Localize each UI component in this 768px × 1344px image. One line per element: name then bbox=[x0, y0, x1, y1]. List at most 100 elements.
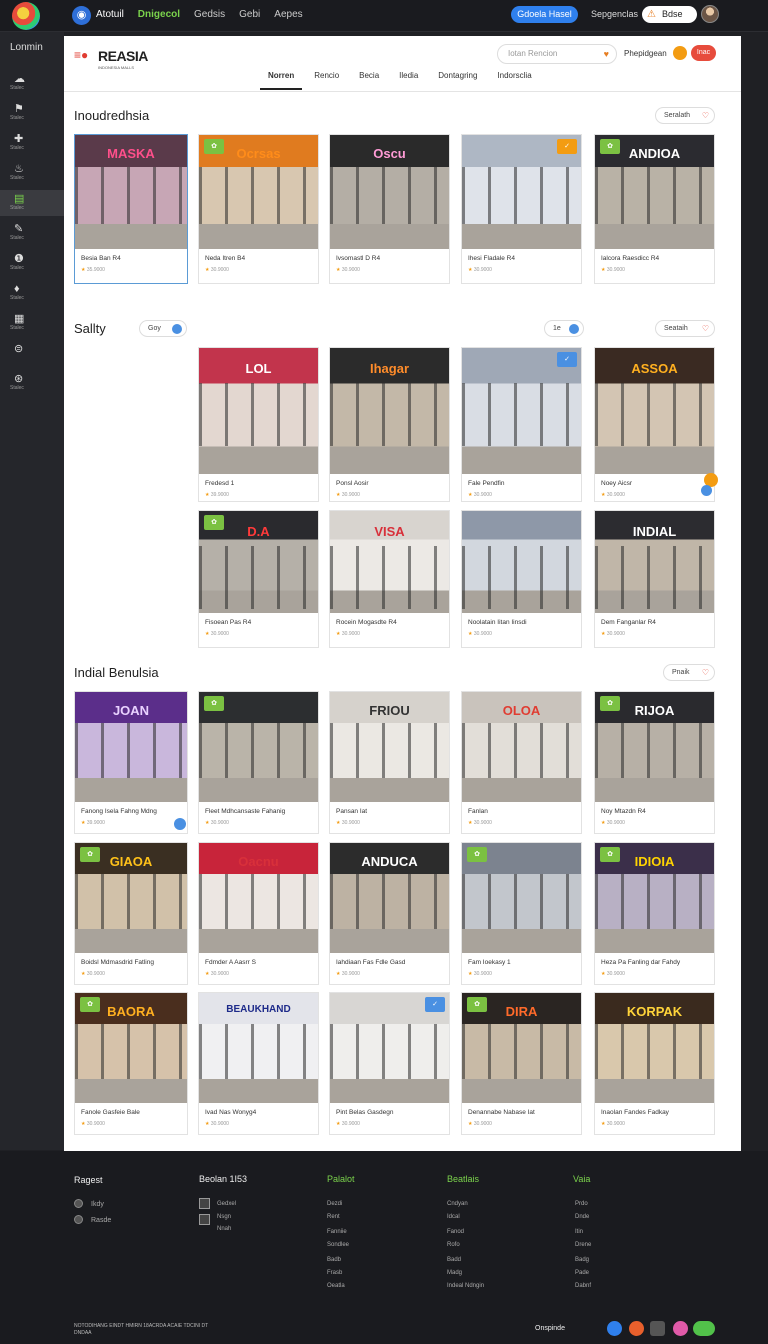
product-card[interactable]: ANDUCA Iahdiaan Fas Fdle Gasd ★ 30.9000 bbox=[329, 842, 450, 985]
footer-link[interactable]: Idcal bbox=[447, 1214, 460, 1220]
footer-link[interactable]: Fanniie bbox=[327, 1229, 347, 1235]
sidebar-item[interactable]: ⚑ Stalec bbox=[0, 100, 64, 126]
product-card[interactable]: JOAN Fanong Isela Fahng Mdng ★ 39.9000 bbox=[74, 691, 188, 834]
sidebar-item[interactable]: ▦ Stalec bbox=[0, 310, 64, 336]
footer-link[interactable]: Fanod bbox=[447, 1229, 464, 1235]
favorite-badge-icon[interactable]: ✓ bbox=[425, 997, 445, 1012]
footer-item[interactable]: Rasde bbox=[91, 1217, 111, 1224]
top-nav-item[interactable]: Atotuil bbox=[96, 9, 124, 20]
footer-link[interactable]: Dabnf bbox=[575, 1283, 591, 1289]
radio-button[interactable] bbox=[74, 1215, 83, 1224]
footer-link[interactable]: Itin bbox=[575, 1229, 583, 1235]
top-nav-item[interactable]: Aepes bbox=[274, 9, 302, 20]
favorite-badge-icon[interactable]: ✿ bbox=[80, 847, 100, 862]
social-message-icon[interactable] bbox=[693, 1321, 715, 1336]
product-card[interactable]: FRIOU Pansan Iat ★ 30.9000 bbox=[329, 691, 450, 834]
sort-dropdown[interactable]: Seralath ♡ bbox=[655, 107, 715, 124]
account-button[interactable]: ⚠ Bdse bbox=[642, 6, 697, 23]
favorite-badge-icon[interactable]: ✿ bbox=[204, 139, 224, 154]
footer-item[interactable]: Nsgn bbox=[217, 1214, 231, 1220]
tab-dontagring[interactable]: Dontagring bbox=[430, 72, 485, 90]
product-card[interactable]: ASSOA Noey Aicsr ★ 30.9000 bbox=[594, 347, 715, 502]
compass-icon[interactable]: ◉ bbox=[72, 6, 91, 25]
footer-link[interactable]: Dnde bbox=[575, 1214, 589, 1220]
footer-link[interactable]: Drene bbox=[575, 1242, 591, 1248]
product-card[interactable]: Oscu Ivsomastl D R4 ★ 30.9000 bbox=[329, 134, 450, 284]
product-card[interactable]: INDIAL Dem Fanganlar R4 ★ 30.9000 bbox=[594, 510, 715, 648]
footer-item[interactable]: Ikdy bbox=[91, 1201, 104, 1208]
tab-indorsclia[interactable]: Indorsclia bbox=[489, 72, 539, 90]
product-card[interactable]: RIJOA ✿ Noy Mtazdn R4 ★ 30.9000 bbox=[594, 691, 715, 834]
social-tiktok-icon[interactable] bbox=[650, 1321, 665, 1336]
info-icon[interactable] bbox=[701, 485, 712, 496]
footer-link[interactable]: Badb bbox=[327, 1257, 341, 1263]
footer-item[interactable]: Gedxel bbox=[217, 1201, 236, 1207]
social-instagram-icon[interactable] bbox=[673, 1321, 688, 1336]
brand-logo[interactable]: ≡● REASIA INDONESIA MALLS bbox=[74, 46, 174, 72]
sidebar-item[interactable]: ♨ Stalec bbox=[0, 160, 64, 186]
header-button[interactable]: Inac bbox=[691, 45, 716, 61]
product-card[interactable]: ✿ Fam Ioekasy 1 ★ 30.9000 bbox=[461, 842, 582, 985]
favorite-badge-icon[interactable]: ✿ bbox=[204, 515, 224, 530]
sort-dropdown[interactable]: Seataih ♡ bbox=[655, 320, 715, 337]
avatar[interactable] bbox=[701, 5, 719, 23]
notification-icon[interactable] bbox=[673, 46, 687, 60]
info-icon[interactable] bbox=[174, 818, 186, 830]
social-chat-icon[interactable] bbox=[607, 1321, 622, 1336]
tab-iledia[interactable]: Iledia bbox=[391, 72, 426, 90]
sidebar-item[interactable]: ▤ Stalec bbox=[0, 190, 64, 216]
product-card[interactable]: VISA Rocein Mogasdte R4 ★ 30.9000 bbox=[329, 510, 450, 648]
product-card[interactable]: DIRA ✿ Denannabe Nabase Iat ★ 30.9000 bbox=[461, 992, 582, 1135]
footer-link[interactable]: Oeatla bbox=[327, 1283, 345, 1289]
header-link[interactable]: Phepidgean bbox=[624, 49, 667, 58]
checkbox[interactable] bbox=[199, 1198, 210, 1209]
sidebar-item[interactable]: ♦ Stalec bbox=[0, 280, 64, 306]
filter-pill[interactable]: Goy bbox=[139, 320, 187, 337]
sort-dropdown[interactable]: Pnaik ♡ bbox=[663, 664, 715, 681]
primary-cta-button[interactable]: Gdoela Hasel bbox=[511, 6, 578, 23]
product-card[interactable]: IDIOIA ✿ Heza Pa Fanling dar Fahdy ★ 30.900… bbox=[594, 842, 715, 985]
footer-link[interactable]: Indeal Ndngin bbox=[447, 1283, 484, 1289]
footer-link[interactable]: Rofo bbox=[447, 1242, 460, 1248]
product-card[interactable]: GIAOA ✿ Boidsl Mdmasdrid Fatling ★ 30.9000 bbox=[74, 842, 188, 985]
product-card[interactable]: ANDIOA ✿ Ialcora Raesdicc R4 ★ 30.9000 bbox=[594, 134, 715, 284]
product-card[interactable]: ✿ Fleet Mdhcansaste Fahanig ★ 30.9000 bbox=[198, 691, 319, 834]
app-logo[interactable] bbox=[12, 2, 40, 30]
footer-item[interactable]: Nnah bbox=[217, 1226, 231, 1232]
footer-link[interactable]: Pade bbox=[575, 1270, 589, 1276]
top-nav-item[interactable]: Gedsis bbox=[194, 9, 225, 20]
top-nav-item-active[interactable]: Dnigecol bbox=[138, 9, 180, 20]
tab-norren[interactable]: Norren bbox=[260, 72, 303, 90]
checkbox[interactable] bbox=[199, 1214, 210, 1225]
footer-link[interactable]: Frasb bbox=[327, 1270, 342, 1276]
top-nav-item[interactable]: Gebi bbox=[239, 9, 260, 20]
footer-link[interactable]: Badg bbox=[575, 1257, 589, 1263]
product-card[interactable]: BEAUKHAND Ivad Nas Wonyg4 ★ 30.9000 bbox=[198, 992, 319, 1135]
product-card[interactable]: KORPAK Inaolan Fandes Fadkay ★ 30.9000 bbox=[594, 992, 715, 1135]
social-fire-icon[interactable] bbox=[629, 1321, 644, 1336]
favorite-badge-icon[interactable]: ✓ bbox=[557, 352, 577, 367]
footer-link[interactable]: Cndyan bbox=[447, 1201, 468, 1207]
tab-becia[interactable]: Becia bbox=[351, 72, 387, 90]
product-card[interactable]: D.A ✿ Fisoean Pas R4 ★ 30.9000 bbox=[198, 510, 319, 648]
product-card[interactable]: Oacnu Fdmder A Aasrr S ★ 30.9000 bbox=[198, 842, 319, 985]
count-pill[interactable]: 1e bbox=[544, 320, 584, 337]
favorite-badge-icon[interactable]: ✿ bbox=[600, 847, 620, 862]
product-card[interactable]: ✓ Fale Pendfin ★ 30.9000 bbox=[461, 347, 582, 502]
top-link[interactable]: Sepgenclas bbox=[591, 9, 638, 19]
footer-link[interactable]: Badd bbox=[447, 1257, 461, 1263]
favorite-badge-icon[interactable]: ✿ bbox=[467, 997, 487, 1012]
favorite-badge-icon[interactable]: ✿ bbox=[600, 139, 620, 154]
favorite-badge-icon[interactable]: ✿ bbox=[467, 847, 487, 862]
favorite-badge-icon[interactable]: ✿ bbox=[600, 696, 620, 711]
footer-link[interactable]: Rent bbox=[327, 1214, 340, 1220]
sidebar-item[interactable]: ✚ Stalec bbox=[0, 130, 64, 156]
footer-link[interactable]: Prdo bbox=[575, 1201, 588, 1207]
product-card[interactable]: Noolatain Iitan Iinsdi ★ 30.9000 bbox=[461, 510, 582, 648]
sidebar-item[interactable]: ❶ Stalec bbox=[0, 250, 64, 276]
product-card[interactable]: Ihagar Ponsl Aosir ★ 30.9000 bbox=[329, 347, 450, 502]
sidebar-item[interactable]: ⊛ Stalec bbox=[0, 370, 64, 396]
product-card[interactable]: ✓ Pint Belas Gasdegn ★ 30.9000 bbox=[329, 992, 450, 1135]
sidebar-item[interactable]: ⊜ bbox=[0, 340, 64, 366]
favorite-badge-icon[interactable]: ✿ bbox=[204, 696, 224, 711]
